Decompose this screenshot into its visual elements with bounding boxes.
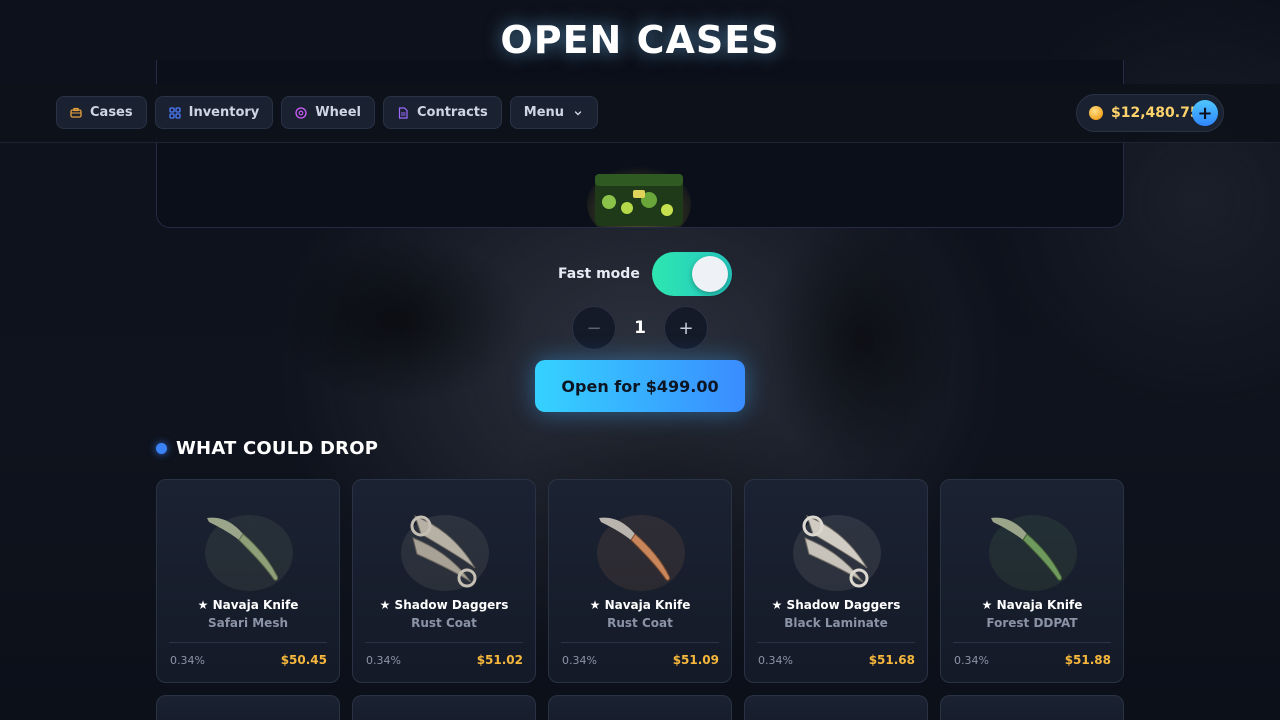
balance-pill[interactable]: $12,480.75 + [1076,94,1224,132]
plus-icon: + [1197,102,1213,124]
grid-icon [168,106,181,119]
increase-quantity-button[interactable]: + [664,306,708,350]
drop-card[interactable] [352,695,536,720]
drop-card[interactable] [548,695,732,720]
nav-contracts-label: Contracts [416,105,488,120]
wheel-icon [295,106,307,119]
fast-mode-label: Fast mode [558,266,640,282]
drop-chance: 0.34% [758,654,793,667]
item-skin: Rust Coat [607,616,673,630]
fast-mode-toggle[interactable] [651,252,732,296]
drop-card[interactable]: ★ Shadow Daggers Black Laminate 0.34% $5… [744,479,928,683]
nav-items: Cases Inventory Wheel Contracts Menu [56,96,599,129]
card-divider [169,642,327,643]
drop-card[interactable] [156,695,340,720]
coin-icon [1089,106,1103,120]
chevron-down-icon [572,107,584,119]
drop-chance: 0.34% [366,654,401,667]
drop-card[interactable] [744,695,928,720]
add-funds-button[interactable]: + [1192,100,1218,126]
item-name: ★ Shadow Daggers [379,598,509,612]
drop-card[interactable]: ★ Shadow Daggers Rust Coat 0.34% $51.02 [352,479,536,683]
navaja-knife-icon [989,515,1077,591]
nav-menu-label: Menu [523,105,565,120]
item-price: $51.02 [476,653,523,667]
drops-title: WHAT COULD DROP [176,438,379,459]
open-case-button[interactable]: Open for $499.00 [535,360,745,412]
card-divider [953,642,1111,643]
nav-cases-label: Cases [90,105,133,120]
nav-inventory-button[interactable]: Inventory [154,96,274,129]
item-price: $50.45 [280,653,327,667]
quantity-value: 1 [634,318,646,338]
drop-card[interactable]: ★ Navaja Knife Safari Mesh 0.34% $50.45 [156,479,340,683]
item-name: ★ Navaja Knife [981,598,1083,612]
item-price: $51.68 [868,653,915,667]
nav-inventory-label: Inventory [188,105,260,120]
nav-cases-button[interactable]: Cases [56,96,147,129]
shadow-daggers-icon [401,515,489,591]
item-skin: Forest DDPAT [986,616,1078,630]
item-price: $51.88 [1064,653,1111,667]
balance-amount: $12,480.75 [1111,105,1200,121]
navaja-knife-icon [205,515,293,591]
fast-mode-row: Fast mode [558,252,732,296]
card-divider [365,642,523,643]
item-price: $51.09 [672,653,719,667]
shadow-daggers-icon [793,515,881,591]
nav-wheel-label: Wheel [315,105,361,120]
card-divider [561,642,719,643]
minus-icon: − [586,317,602,339]
page-title: OPEN CASES [500,18,780,62]
item-name: ★ Navaja Knife [589,598,691,612]
drop-card[interactable] [940,695,1124,720]
drop-card[interactable]: ★ Navaja Knife Forest DDPAT 0.34% $51.88 [940,479,1124,683]
top-navbar: Cases Inventory Wheel Contracts Menu $12… [0,84,1280,143]
drop-chance: 0.34% [562,654,597,667]
item-skin: Safari Mesh [207,616,289,630]
plus-icon: + [678,317,694,339]
item-skin: Black Laminate [784,616,888,630]
drops-grid: ★ Navaja Knife Safari Mesh 0.34% $50.45 … [156,479,1124,720]
item-skin: Rust Coat [411,616,477,630]
drops-heading: WHAT COULD DROP [156,438,378,459]
item-name: ★ Navaja Knife [197,598,299,612]
case-image [587,166,691,227]
drop-chance: 0.34% [954,654,989,667]
quantity-stepper: − 1 + [572,306,708,350]
decrease-quantity-button[interactable]: − [572,306,616,350]
navaja-knife-icon [597,515,685,591]
nav-wheel-button[interactable]: Wheel [281,96,375,129]
drop-card[interactable]: ★ Navaja Knife Rust Coat 0.34% $51.09 [548,479,732,683]
document-icon [397,106,409,119]
heading-dot [156,443,167,454]
toggle-knob [691,256,728,292]
card-divider [757,642,915,643]
drop-chance: 0.34% [170,654,205,667]
item-name: ★ Shadow Daggers [771,598,901,612]
case-icon [70,107,82,119]
nav-contracts-button[interactable]: Contracts [382,96,502,129]
nav-menu-button[interactable]: Menu [509,96,599,129]
